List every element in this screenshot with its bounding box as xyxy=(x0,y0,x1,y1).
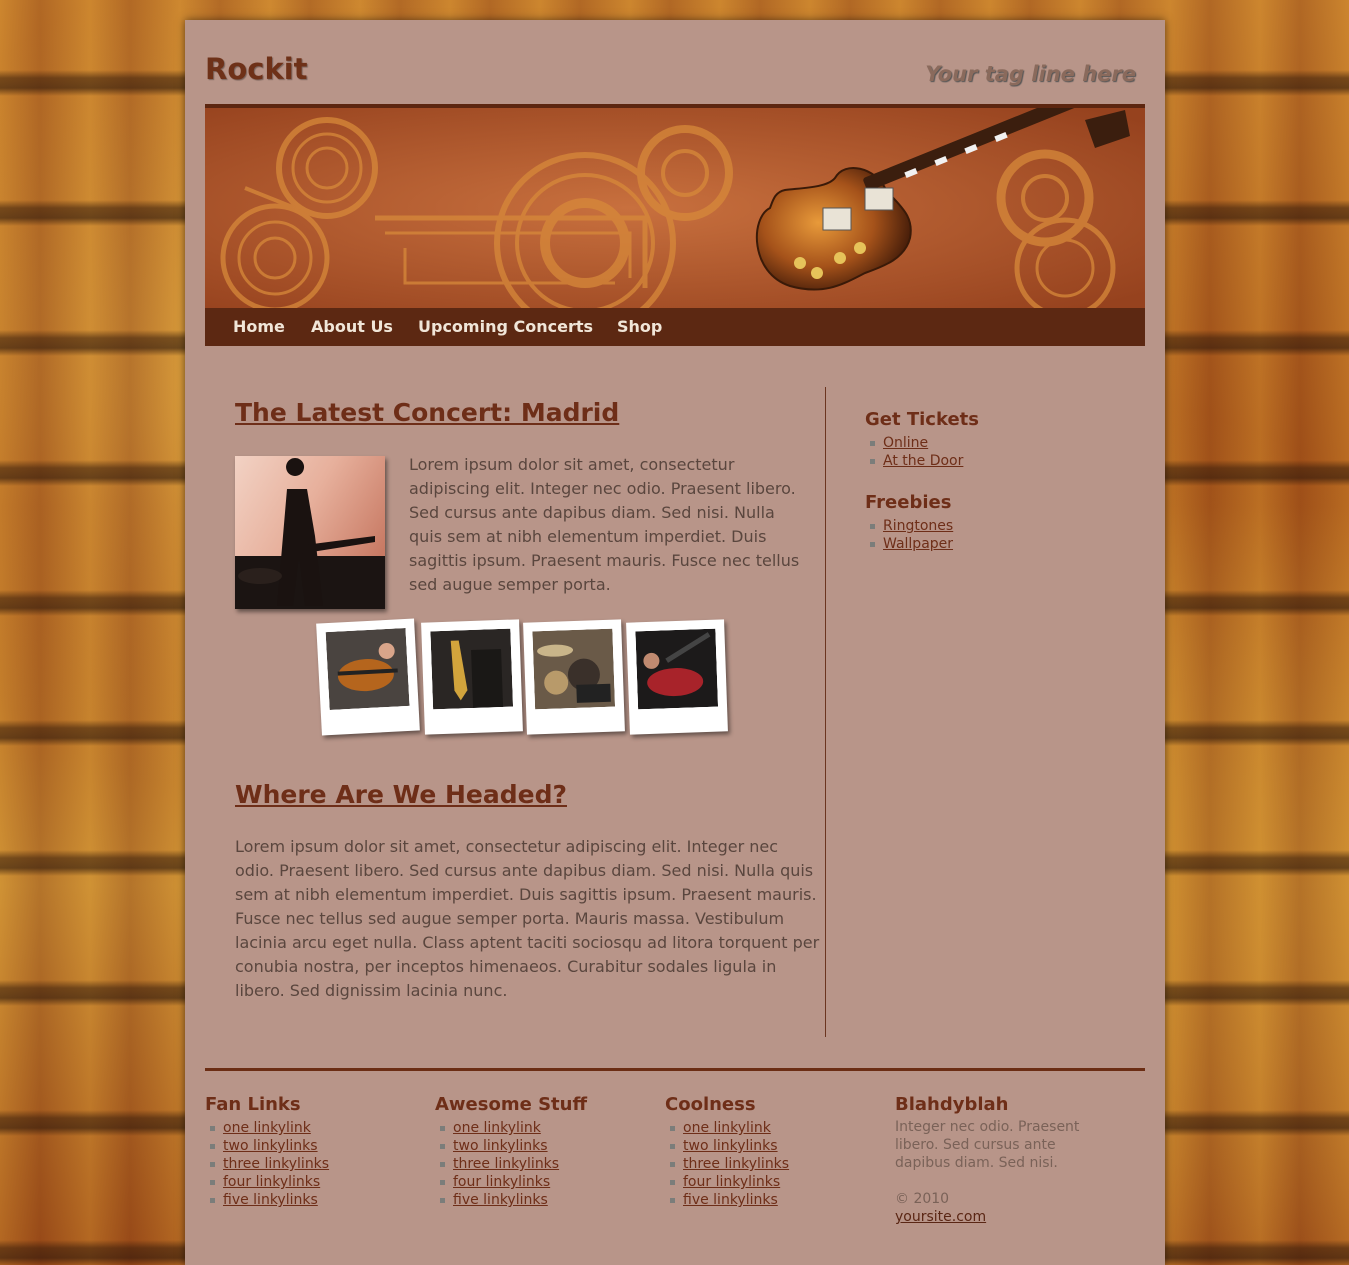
sidebar-link-at-the-door[interactable]: At the Door xyxy=(883,453,963,469)
footer-link[interactable]: two linkylinks xyxy=(683,1138,778,1154)
sidebar-links-freebies: Ringtones Wallpaper xyxy=(865,517,953,553)
bullet-icon xyxy=(870,524,875,529)
list-item: Ringtones xyxy=(865,517,953,535)
gallery-photo-1[interactable] xyxy=(316,618,420,736)
footer-heading-fan-links: Fan Links xyxy=(205,1094,301,1115)
bullet-icon xyxy=(670,1126,675,1131)
footer-link[interactable]: three linkylinks xyxy=(453,1156,559,1172)
footer-link[interactable]: three linkylinks xyxy=(683,1156,789,1172)
guitar-banner-image xyxy=(205,108,1145,312)
footer-link[interactable]: four linkylinks xyxy=(453,1174,550,1190)
footer-link[interactable]: three linkylinks xyxy=(223,1156,329,1172)
list-item: At the Door xyxy=(865,452,963,470)
site-logo[interactable]: Rockit xyxy=(205,52,308,86)
bullet-icon xyxy=(210,1144,215,1149)
sidebar-link-wallpaper[interactable]: Wallpaper xyxy=(883,536,953,552)
sidebar-link-online[interactable]: Online xyxy=(883,435,928,451)
bullet-icon xyxy=(210,1198,215,1203)
bullet-icon xyxy=(870,441,875,446)
bullet-icon xyxy=(670,1180,675,1185)
nav-shop[interactable]: Shop xyxy=(617,317,662,336)
footer-link[interactable]: two linkylinks xyxy=(453,1138,548,1154)
footer-links-coolness: one linkylink two linkylinks three linky… xyxy=(665,1119,789,1209)
sidebar-heading-freebies: Freebies xyxy=(865,492,952,513)
list-item: one linkylink xyxy=(435,1119,559,1137)
copyright: © 2010 xyxy=(895,1191,950,1207)
footer-heading-blahdyblah: Blahdyblah xyxy=(895,1094,1009,1115)
sidebar-heading-get-tickets: Get Tickets xyxy=(865,409,979,430)
footer-link[interactable]: five linkylinks xyxy=(683,1192,778,1208)
footer-link[interactable]: five linkylinks xyxy=(453,1192,548,1208)
list-item: Online xyxy=(865,434,963,452)
footer-site-link[interactable]: yoursite.com xyxy=(895,1208,986,1226)
list-item: five linkylinks xyxy=(435,1191,559,1209)
footer-link[interactable]: five linkylinks xyxy=(223,1192,318,1208)
list-item: Wallpaper xyxy=(865,535,953,553)
bullet-icon xyxy=(440,1126,445,1131)
bullet-icon xyxy=(440,1162,445,1167)
content-divider xyxy=(825,387,826,1037)
header-banner xyxy=(205,104,1145,312)
gallery-photo-3[interactable] xyxy=(523,619,625,735)
bullet-icon xyxy=(440,1180,445,1185)
bullet-icon xyxy=(870,542,875,547)
list-item: three linkylinks xyxy=(665,1155,789,1173)
bullet-icon xyxy=(670,1144,675,1149)
footer-blurb: Integer nec odio. Praesent libero. Sed c… xyxy=(895,1119,1080,1171)
concert-photo xyxy=(235,456,385,609)
footer-link[interactable]: two linkylinks xyxy=(223,1138,318,1154)
bullet-icon xyxy=(670,1162,675,1167)
list-item: one linkylink xyxy=(665,1119,789,1137)
list-item: four linkylinks xyxy=(205,1173,329,1191)
footer-heading-coolness: Coolness xyxy=(665,1094,756,1115)
main-nav: Home About Us Upcoming Concerts Shop xyxy=(205,308,1145,346)
sidebar-link-ringtones[interactable]: Ringtones xyxy=(883,518,953,534)
gallery-photo-2[interactable] xyxy=(421,619,523,735)
list-item: one linkylink xyxy=(205,1119,329,1137)
bullet-icon xyxy=(210,1126,215,1131)
footer-links-awesome-stuff: one linkylink two linkylinks three linky… xyxy=(435,1119,559,1209)
footer-links-fan-links: one linkylink two linkylinks three linky… xyxy=(205,1119,329,1209)
bullet-icon xyxy=(670,1198,675,1203)
list-item: five linkylinks xyxy=(205,1191,329,1209)
sidebar-links-get-tickets: Online At the Door xyxy=(865,434,963,470)
list-item: two linkylinks xyxy=(205,1137,329,1155)
footer-heading-awesome-stuff: Awesome Stuff xyxy=(435,1094,588,1115)
article-title-where-headed[interactable]: Where Are We Headed? xyxy=(235,780,567,809)
bullet-icon xyxy=(210,1162,215,1167)
footer-link[interactable]: four linkylinks xyxy=(683,1174,780,1190)
article-title-latest-concert[interactable]: The Latest Concert: Madrid xyxy=(235,398,619,427)
footer-link[interactable]: one linkylink xyxy=(683,1120,771,1136)
list-item: two linkylinks xyxy=(435,1137,559,1155)
footer-link[interactable]: one linkylink xyxy=(223,1120,311,1136)
bullet-icon xyxy=(210,1180,215,1185)
nav-home[interactable]: Home xyxy=(233,317,285,336)
footer-link[interactable]: four linkylinks xyxy=(223,1174,320,1190)
list-item: four linkylinks xyxy=(435,1173,559,1191)
page-container: Rockit Your tag line here Home About Us … xyxy=(185,20,1165,1265)
nav-upcoming-concerts[interactable]: Upcoming Concerts xyxy=(418,317,593,336)
bullet-icon xyxy=(870,459,875,464)
list-item: two linkylinks xyxy=(665,1137,789,1155)
bullet-icon xyxy=(440,1198,445,1203)
footer-link[interactable]: one linkylink xyxy=(453,1120,541,1136)
list-item: five linkylinks xyxy=(665,1191,789,1209)
list-item: three linkylinks xyxy=(435,1155,559,1173)
article-latest-concert-body: Lorem ipsum dolor sit amet, consectetur … xyxy=(409,455,800,594)
nav-about-us[interactable]: About Us xyxy=(311,317,393,336)
tagline: Your tag line here xyxy=(925,62,1136,86)
bullet-icon xyxy=(440,1144,445,1149)
article-where-headed-body: Lorem ipsum dolor sit amet, consectetur … xyxy=(235,837,820,1000)
gallery-photo-4[interactable] xyxy=(626,619,728,735)
footer-divider xyxy=(205,1068,1145,1071)
list-item: three linkylinks xyxy=(205,1155,329,1173)
list-item: four linkylinks xyxy=(665,1173,789,1191)
